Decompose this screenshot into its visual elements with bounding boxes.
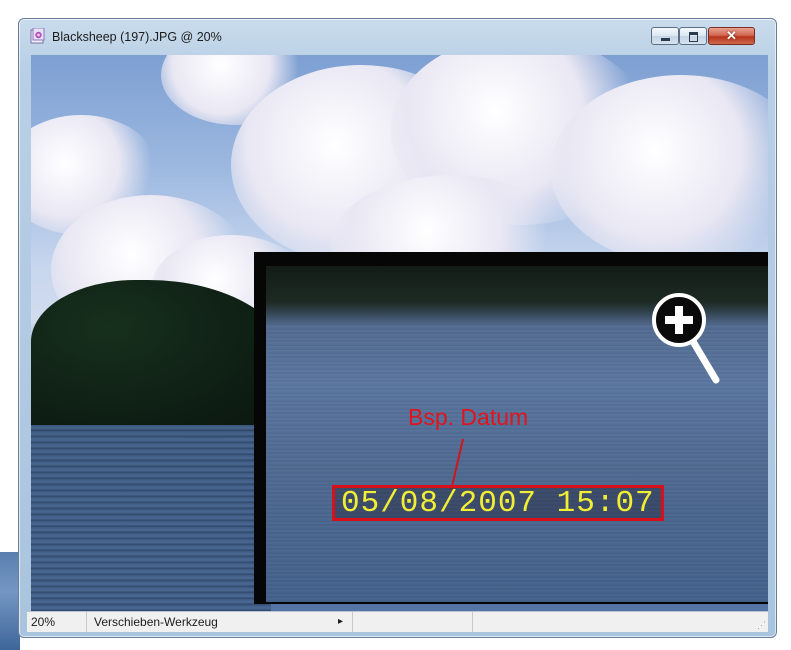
desktop-background <box>0 552 20 650</box>
date-stamp-highlight: 05/08/2007 15:07 <box>332 485 664 521</box>
title-bar[interactable]: Blacksheep (197).JPG @ 20% ✕ <box>19 19 776 55</box>
zoom-overlay-panel: Bsp. Datum 05/08/2007 15:07 <box>254 252 768 604</box>
maximize-button[interactable] <box>679 27 707 45</box>
document-window[interactable]: Blacksheep (197).JPG @ 20% ✕ Bsp. Datum <box>18 18 777 638</box>
status-menu-arrow-icon[interactable]: ▸ <box>338 616 343 627</box>
photo-water <box>31 425 271 611</box>
close-button[interactable]: ✕ <box>708 27 755 45</box>
photoshop-document-icon <box>30 28 45 44</box>
zoomed-photo: Bsp. Datum 05/08/2007 15:07 <box>266 266 768 602</box>
zoom-in-icon <box>652 293 720 384</box>
window-title: Blacksheep (197).JPG @ 20% <box>52 30 222 44</box>
close-icon: ✕ <box>726 28 737 43</box>
status-field <box>354 612 473 632</box>
current-tool-field: Verschieben-Werkzeug <box>88 612 353 632</box>
resize-grip-icon[interactable]: ⋰ <box>756 620 766 630</box>
status-bar: 20% Verschieben-Werkzeug ▸ ⋰ <box>27 611 768 632</box>
date-stamp: 05/08/2007 15:07 <box>341 485 655 521</box>
image-canvas[interactable]: Bsp. Datum 05/08/2007 15:07 <box>31 55 768 611</box>
annotation-label: Bsp. Datum <box>408 404 529 430</box>
minimize-button[interactable] <box>651 27 679 45</box>
zoom-level-field[interactable]: 20% <box>27 612 87 632</box>
